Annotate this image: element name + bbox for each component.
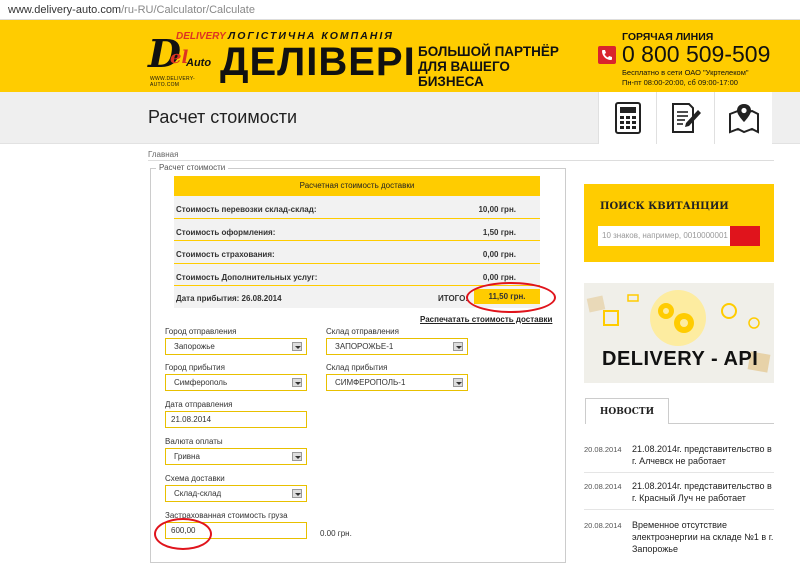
breadcrumb[interactable]: Главная bbox=[148, 150, 178, 159]
url-domain: www.delivery-auto.com bbox=[8, 4, 122, 16]
city-from-label: Город отправления bbox=[165, 327, 237, 336]
result-row-value: 0,00 грн. bbox=[482, 272, 516, 282]
scheme-label: Схема доставки bbox=[165, 474, 225, 483]
news-text[interactable]: Временное отсутствие электроэнергии на с… bbox=[632, 519, 777, 555]
chevron-down-icon bbox=[292, 342, 302, 351]
result-row: Стоимость страхования: 0,00 грн. bbox=[174, 241, 540, 264]
insured-cost: 0.00 грн. bbox=[320, 529, 352, 538]
chevron-down-icon bbox=[292, 378, 302, 387]
result-row-label: Стоимость оформления: bbox=[176, 227, 276, 237]
tab-news[interactable]: НОВОСТИ bbox=[585, 398, 669, 424]
document-pen-icon bbox=[671, 103, 701, 133]
city-to-label: Город прибытия bbox=[165, 363, 225, 372]
result-row-value: 0,00 грн. bbox=[482, 250, 516, 259]
warehouse-from-value: ЗАПОРОЖЬЕ-1 bbox=[335, 342, 394, 351]
result-row: Стоимость оформления: 1,50 грн. bbox=[174, 219, 540, 241]
news-date: 20.08.2014 bbox=[584, 482, 622, 491]
highlight-ellipse-total bbox=[466, 282, 556, 313]
warehouse-to-select[interactable]: СИМФЕРОПОЛЬ-1 bbox=[326, 374, 468, 391]
news-text[interactable]: 21.08.2014г. представительство в г. Крас… bbox=[632, 480, 777, 504]
scheme-value: Склад-склад bbox=[174, 489, 222, 498]
warehouse-from-label: Склад отправления bbox=[326, 327, 399, 336]
currency-label: Валюта оплаты bbox=[165, 437, 223, 446]
warehouse-to-value: СИМФЕРОПОЛЬ-1 bbox=[335, 378, 406, 387]
delivery-api-banner[interactable]: DELIVERY - API bbox=[584, 283, 774, 383]
chevron-down-icon bbox=[292, 452, 302, 461]
logo[interactable]: DELIVERY D el Auto WWW.DELIVERY-AUTO.COM bbox=[148, 29, 226, 88]
chevron-down-icon bbox=[453, 342, 463, 351]
currency-select[interactable]: Гривна bbox=[165, 448, 307, 465]
search-title: ПОИСК КВИТАНЦИИ bbox=[600, 201, 729, 212]
print-cost-link[interactable]: Распечатать стоимость доставки bbox=[420, 315, 552, 324]
fieldset-legend: Расчет стоимости bbox=[156, 163, 229, 172]
map-pin-icon bbox=[728, 104, 759, 134]
result-row: Стоимость Дополнительных услуг: 0,00 грн. bbox=[174, 264, 540, 286]
hotline-info: Бесплатно в сети ОАО "Укртелеком" Пн-пт … bbox=[622, 68, 749, 88]
breadcrumb-divider bbox=[148, 160, 774, 161]
slogan: БОЛЬШОЙ ПАРТНЁР ДЛЯ ВАШЕГО БИЗНЕСА bbox=[418, 44, 578, 89]
news-tab-underline bbox=[669, 423, 774, 424]
total-label: ИТОГО: bbox=[438, 294, 468, 303]
result-row-value: 10,00 грн. bbox=[478, 205, 516, 214]
result-row: Стоимость перевозки склад-склад: 10,00 гр… bbox=[174, 196, 540, 219]
title-bar: Расчет стоимости bbox=[0, 92, 800, 144]
hotline-phone[interactable]: 0 800 509-509 bbox=[622, 41, 770, 68]
scheme-select[interactable]: Склад-склад bbox=[165, 485, 307, 502]
api-banner-text: DELIVERY - API bbox=[602, 348, 759, 370]
logo-auto-text: Auto bbox=[186, 57, 212, 69]
city-from-value: Запорожье bbox=[174, 342, 215, 351]
logo-site-text: WWW.DELIVERY-AUTO.COM bbox=[150, 76, 196, 88]
site-header: DELIVERY D el Auto WWW.DELIVERY-AUTO.COM… bbox=[0, 20, 800, 92]
date-input[interactable]: 21.08.2014 bbox=[165, 411, 307, 428]
news-divider bbox=[584, 472, 774, 473]
result-header: Расчетная стоимость доставки bbox=[174, 176, 540, 196]
phone-icon bbox=[598, 46, 616, 64]
url-path: /ru-RU/Calculator/Calculate bbox=[121, 4, 255, 16]
city-from-select[interactable]: Запорожье bbox=[165, 338, 307, 355]
logo-delivery-text: DELIVERY bbox=[176, 31, 226, 42]
slogan-line-2: ДЛЯ ВАШЕГО БИЗНЕСА bbox=[418, 59, 510, 89]
page-title: Расчет стоимости bbox=[148, 107, 298, 127]
result-row-label: Стоимость перевозки склад-склад: bbox=[176, 205, 317, 214]
receipt-search-input[interactable]: 10 знаков, например, 0010000001 bbox=[598, 226, 730, 246]
news-date: 20.08.2014 bbox=[584, 521, 622, 530]
currency-value: Гривна bbox=[174, 452, 200, 461]
hotline-info-line-1: Бесплатно в сети ОАО "Укртелеком" bbox=[622, 68, 749, 77]
warehouse-from-select[interactable]: ЗАПОРОЖЬЕ-1 bbox=[326, 338, 468, 355]
result-row-value: 1,50 грн. bbox=[482, 227, 516, 237]
chevron-down-icon bbox=[292, 489, 302, 498]
news-divider bbox=[584, 509, 774, 510]
slogan-line-1: БОЛЬШОЙ ПАРТНЁР bbox=[418, 44, 559, 59]
news-text[interactable]: 21.08.2014г. представительство в г. Алче… bbox=[632, 443, 777, 467]
date-label: Дата отправления bbox=[165, 400, 233, 409]
map-button[interactable] bbox=[714, 92, 772, 144]
receipt-search: ПОИСК КВИТАНЦИИ 10 знаков, например, 001… bbox=[584, 184, 774, 262]
calculator-button[interactable] bbox=[598, 92, 656, 144]
result-body: Стоимость перевозки склад-склад: 10,00 гр… bbox=[174, 196, 540, 286]
city-to-select[interactable]: Симферополь bbox=[165, 374, 307, 391]
highlight-ellipse-insured bbox=[154, 518, 212, 550]
result-row-label: Стоимость Дополнительных услуг: bbox=[176, 272, 318, 282]
calculator-icon bbox=[614, 102, 641, 134]
chevron-down-icon bbox=[453, 378, 463, 387]
result-row-label: Стоимость страхования: bbox=[176, 250, 275, 259]
news-date: 20.08.2014 bbox=[584, 445, 622, 454]
city-to-value: Симферополь bbox=[174, 378, 228, 387]
company-name: ДЕЛІВЕРІ bbox=[220, 40, 416, 84]
search-button[interactable] bbox=[730, 226, 760, 246]
hotline-info-line-2: Пн-пт 08:00-20:00, сб 09:00-17:00 bbox=[622, 78, 738, 87]
breadcrumb-home[interactable]: Главная bbox=[148, 150, 178, 159]
address-bar[interactable]: www.delivery-auto.com/ru-RU/Calculator/C… bbox=[0, 0, 800, 20]
arrival-date: Дата прибытия: 26.08.2014 bbox=[176, 294, 282, 303]
warehouse-to-label: Склад прибытия bbox=[326, 363, 388, 372]
document-button[interactable] bbox=[656, 92, 714, 144]
